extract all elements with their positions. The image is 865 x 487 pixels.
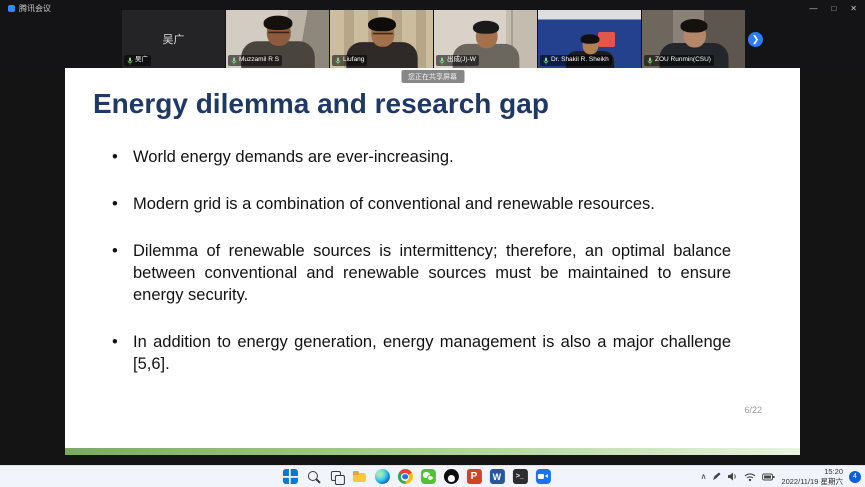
tray-time: 15:20 bbox=[781, 467, 843, 477]
slide: Energy dilemma and research gap World en… bbox=[65, 68, 800, 455]
slide-title: Energy dilemma and research gap bbox=[93, 88, 800, 120]
meeting-app-icon[interactable] bbox=[535, 469, 550, 484]
participant-label-text: ZOU Runmin(CSU) bbox=[655, 57, 711, 64]
slide-page-number: 6/22 bbox=[744, 405, 762, 415]
search-icon[interactable] bbox=[305, 469, 320, 484]
mic-icon bbox=[543, 57, 549, 65]
minimize-button[interactable]: — bbox=[809, 4, 817, 13]
participant-tile[interactable]: 出成(J)-W bbox=[434, 10, 537, 68]
clock[interactable]: 15:20 2022/11/19 星期六 bbox=[781, 467, 843, 487]
tray-chevron-icon[interactable]: ∧ bbox=[701, 472, 707, 481]
participant-label: 吴广 bbox=[124, 55, 151, 66]
participant-label: Muzzamil R S bbox=[228, 55, 282, 66]
presentation-stage: 您正在共享屏幕 Energy dilemma and research gap … bbox=[0, 68, 865, 465]
participant-strip: 吴广 吴广 Muzzamil R S Liufang bbox=[122, 10, 745, 68]
participant-label-text: 吴广 bbox=[135, 57, 148, 64]
participant-label-text: Dr. Shakil R. Sheikh bbox=[551, 57, 609, 64]
participant-label-text: 出成(J)-W bbox=[447, 57, 476, 64]
close-button[interactable]: ✕ bbox=[850, 4, 857, 13]
mic-icon bbox=[231, 57, 237, 65]
volume-icon[interactable] bbox=[727, 471, 738, 482]
window-controls: — □ ✕ bbox=[809, 4, 857, 13]
participant-label: Dr. Shakil R. Sheikh bbox=[540, 55, 612, 66]
maximize-button[interactable]: □ bbox=[831, 4, 836, 13]
app-title: 腾讯会议 bbox=[8, 3, 51, 14]
edge-browser-icon[interactable] bbox=[374, 469, 389, 484]
file-explorer-icon[interactable] bbox=[351, 469, 366, 484]
notification-badge[interactable]: 4 bbox=[849, 471, 861, 483]
window-title: 腾讯会议 bbox=[19, 3, 51, 14]
mic-icon bbox=[127, 57, 133, 65]
participant-label: 出成(J)-W bbox=[436, 55, 479, 66]
participant-tile[interactable]: Muzzamil R S bbox=[226, 10, 329, 68]
tray-date: 2022/11/19 星期六 bbox=[781, 477, 843, 487]
participant-tile[interactable]: ZOU Runmin(CSU) bbox=[642, 10, 745, 68]
next-participants-button[interactable]: ❯ bbox=[748, 32, 763, 47]
participant-label: Liufang bbox=[332, 55, 367, 66]
qq-icon[interactable] bbox=[443, 469, 458, 484]
pen-icon[interactable] bbox=[712, 472, 721, 481]
slide-bullet: Dilemma of renewable sources is intermit… bbox=[109, 241, 731, 307]
participant-label-text: Muzzamil R S bbox=[239, 57, 279, 64]
powerpoint-icon[interactable] bbox=[466, 469, 481, 484]
share-banner: 您正在共享屏幕 bbox=[401, 70, 464, 83]
start-button-icon[interactable] bbox=[282, 469, 297, 484]
slide-bullet: Modern grid is a combination of conventi… bbox=[109, 194, 731, 216]
wechat-icon[interactable] bbox=[420, 469, 435, 484]
participant-tile[interactable]: Liufang bbox=[330, 10, 433, 68]
wifi-icon[interactable] bbox=[744, 472, 756, 482]
participant-tile[interactable]: 吴广 吴广 bbox=[122, 10, 225, 68]
participant-label: ZOU Runmin(CSU) bbox=[644, 55, 714, 66]
slide-bullet: In addition to energy generation, energy… bbox=[109, 332, 731, 376]
mic-icon bbox=[647, 57, 653, 65]
chrome-browser-icon[interactable] bbox=[397, 469, 412, 484]
terminal-icon[interactable] bbox=[512, 469, 527, 484]
slide-bullet: World energy demands are ever-increasing… bbox=[109, 147, 731, 169]
battery-icon[interactable] bbox=[762, 473, 775, 481]
taskbar-icons bbox=[282, 466, 550, 487]
slide-bullets: World energy demands are ever-increasing… bbox=[109, 147, 731, 376]
slide-footer-bar bbox=[65, 448, 800, 455]
meeting-window: 腾讯会议 — □ ✕ 吴广 吴广 Muzzamil R S bbox=[0, 0, 865, 487]
app-icon bbox=[8, 5, 15, 12]
word-icon[interactable] bbox=[489, 469, 504, 484]
mic-icon bbox=[335, 57, 341, 65]
taskbar: ∧ 15:20 2022/11/19 星期六 4 bbox=[0, 465, 865, 487]
participant-label-text: Liufang bbox=[343, 57, 364, 64]
system-tray: ∧ 15:20 2022/11/19 星期六 4 bbox=[701, 466, 861, 487]
mic-icon bbox=[439, 57, 445, 65]
task-view-icon[interactable] bbox=[328, 469, 343, 484]
header: 腾讯会议 — □ ✕ 吴广 吴广 Muzzamil R S bbox=[0, 0, 865, 68]
participant-tile[interactable]: Dr. Shakil R. Sheikh bbox=[538, 10, 641, 68]
